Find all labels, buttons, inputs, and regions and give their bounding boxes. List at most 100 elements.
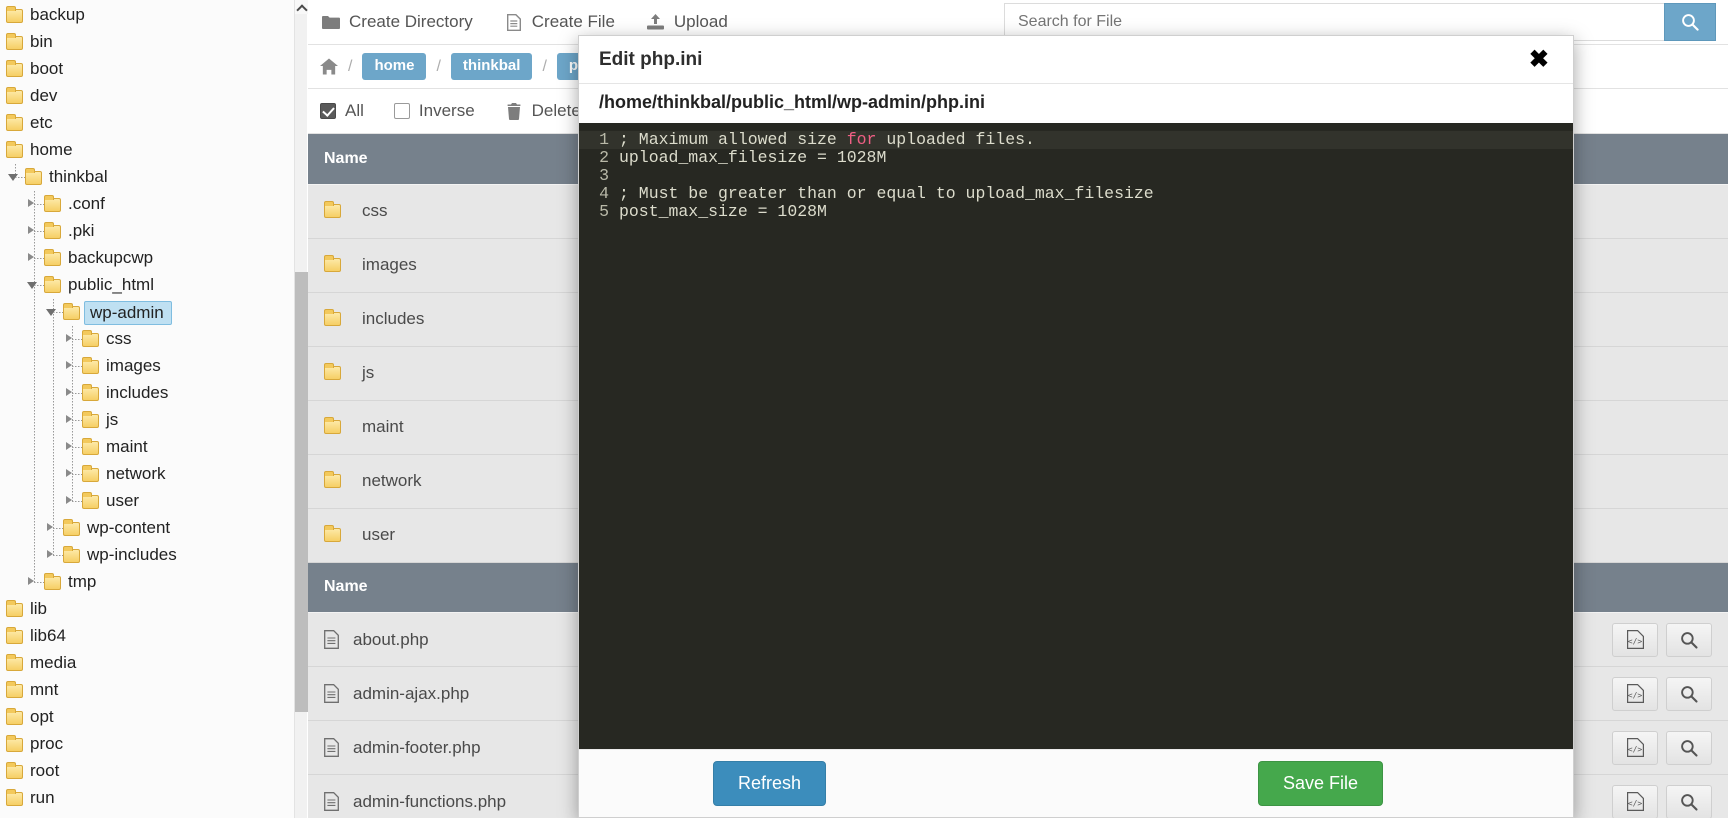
tree-item-media[interactable]: media	[0, 650, 296, 677]
tree-item-backup[interactable]: backup	[0, 2, 296, 29]
tree-guide	[6, 245, 25, 272]
tree-item-label: js	[106, 410, 119, 429]
save-file-button[interactable]: Save File	[1257, 761, 1383, 806]
tree-guide	[6, 326, 25, 353]
tree-item-dev[interactable]: dev	[0, 83, 296, 110]
tree-item-mnt[interactable]: mnt	[0, 677, 296, 704]
code-editor-content[interactable]: 1 ; Maximum allowed size for uploaded fil…	[579, 123, 1573, 221]
chevron-down-icon[interactable]	[27, 282, 37, 289]
tree-scrollbar[interactable]	[294, 0, 308, 818]
code-line[interactable]: 4 ; Must be greater than or equal to uplo…	[579, 185, 1573, 203]
upload-button[interactable]: Upload	[645, 8, 730, 36]
search-icon[interactable]	[1666, 784, 1712, 818]
tree-guide	[25, 326, 44, 353]
checkbox-checked-icon[interactable]	[320, 103, 336, 119]
delete-button[interactable]: Delete	[505, 101, 581, 121]
code-editor[interactable]: 1 ; Maximum allowed size for uploaded fil…	[579, 123, 1573, 749]
tree-item-thinkbal[interactable]: thinkbal	[0, 164, 296, 191]
folder-icon	[6, 5, 23, 23]
chevron-right-icon[interactable]	[66, 415, 72, 423]
tree-item-proc[interactable]: proc	[0, 731, 296, 758]
create-file-button[interactable]: Create File	[503, 8, 617, 36]
select-inverse-button[interactable]: Inverse	[393, 101, 475, 121]
breadcrumb-item-thinkbal[interactable]: thinkbal	[450, 53, 533, 80]
tree-item-network[interactable]: network	[0, 461, 296, 488]
chevron-right-icon[interactable]	[28, 577, 34, 585]
tree-item-css[interactable]: css	[0, 326, 296, 353]
chevron-right-icon[interactable]	[66, 361, 72, 369]
tree-guide	[44, 542, 63, 569]
tree-item-label: lib64	[30, 626, 66, 645]
tree-item-tmp[interactable]: tmp	[0, 569, 296, 596]
tree-item-bin[interactable]: bin	[0, 29, 296, 56]
chevron-down-icon[interactable]	[8, 174, 18, 181]
tree-item-boot[interactable]: boot	[0, 56, 296, 83]
tree-guide	[6, 191, 25, 218]
tree-item-lib[interactable]: lib	[0, 596, 296, 623]
checkbox-icon[interactable]	[393, 103, 410, 119]
code-edit-icon[interactable]: </>	[1612, 622, 1658, 657]
tree-item-public_html[interactable]: public_html	[0, 272, 296, 299]
tree-item-wp-admin[interactable]: wp-admin	[0, 299, 296, 326]
chevron-right-icon[interactable]	[28, 253, 34, 261]
refresh-button[interactable]: Refresh	[713, 761, 827, 806]
tree-guide	[25, 191, 44, 218]
tree-item-etc[interactable]: etc	[0, 110, 296, 137]
code-line[interactable]: 5 post_max_size = 1028M	[579, 203, 1573, 221]
svg-text:</>: </>	[1627, 799, 1642, 808]
chevron-down-icon[interactable]	[46, 309, 56, 316]
tree-item-js[interactable]: js	[0, 407, 296, 434]
tree-scrollbar-thumb[interactable]	[295, 272, 308, 712]
code-edit-icon[interactable]: </>	[1612, 676, 1658, 711]
tree-item-includes[interactable]: includes	[0, 380, 296, 407]
code-edit-icon[interactable]: </>	[1612, 784, 1658, 818]
directory-name: js	[362, 363, 375, 382]
tree-item-pki[interactable]: .pki	[0, 218, 296, 245]
chevron-right-icon[interactable]	[66, 388, 72, 396]
tree-guide	[25, 434, 44, 461]
breadcrumb-item-home[interactable]: home	[362, 53, 427, 80]
tree-guide	[63, 461, 82, 488]
tree-item-wp-content[interactable]: wp-content	[0, 515, 296, 542]
tree-item-label: user	[106, 491, 140, 510]
svg-text:</>: </>	[1627, 637, 1642, 646]
tree-item-opt[interactable]: opt	[0, 704, 296, 731]
folder-icon	[6, 86, 23, 104]
upload-label: Upload	[673, 12, 728, 31]
tree-item-run[interactable]: run	[0, 785, 296, 812]
tree-guide	[6, 407, 25, 434]
search-icon[interactable]	[1666, 676, 1712, 711]
chevron-right-icon[interactable]	[66, 496, 72, 504]
tree-item-wp-includes[interactable]: wp-includes	[0, 542, 296, 569]
close-icon[interactable]: ✖	[1525, 47, 1553, 72]
chevron-right-icon[interactable]	[47, 523, 53, 531]
scroll-up-arrow-icon[interactable]	[295, 0, 308, 14]
folder-icon	[44, 221, 61, 239]
chevron-right-icon[interactable]	[28, 199, 34, 207]
tree-item-lib64[interactable]: lib64	[0, 623, 296, 650]
chevron-right-icon[interactable]	[66, 442, 72, 450]
home-icon[interactable]	[320, 58, 338, 76]
tree-item-home[interactable]: home	[0, 137, 296, 164]
tree-item-backupcwp[interactable]: backupcwp	[0, 245, 296, 272]
tree-item-maint[interactable]: maint	[0, 434, 296, 461]
tree-item-user[interactable]: user	[0, 488, 296, 515]
file-icon	[324, 792, 339, 811]
chevron-right-icon[interactable]	[28, 226, 34, 234]
code-line[interactable]: 2 upload_max_filesize = 1028M	[579, 149, 1573, 167]
search-icon[interactable]	[1666, 622, 1712, 657]
chevron-right-icon[interactable]	[47, 550, 53, 558]
code-edit-icon[interactable]: </>	[1612, 730, 1658, 765]
chevron-right-icon[interactable]	[66, 334, 72, 342]
tree-item-conf[interactable]: .conf	[0, 191, 296, 218]
chevron-right-icon[interactable]	[66, 469, 72, 477]
code-line[interactable]: 1 ; Maximum allowed size for uploaded fil…	[579, 131, 1573, 149]
tree-item-root[interactable]: root	[0, 758, 296, 785]
code-line[interactable]: 3	[579, 167, 1573, 185]
search-icon[interactable]	[1666, 730, 1712, 765]
select-all-button[interactable]: All	[320, 101, 364, 121]
tree-guide	[25, 272, 44, 299]
create-directory-button[interactable]: Create Directory	[320, 8, 475, 36]
search-button[interactable]	[1664, 3, 1716, 41]
tree-item-images[interactable]: images	[0, 353, 296, 380]
